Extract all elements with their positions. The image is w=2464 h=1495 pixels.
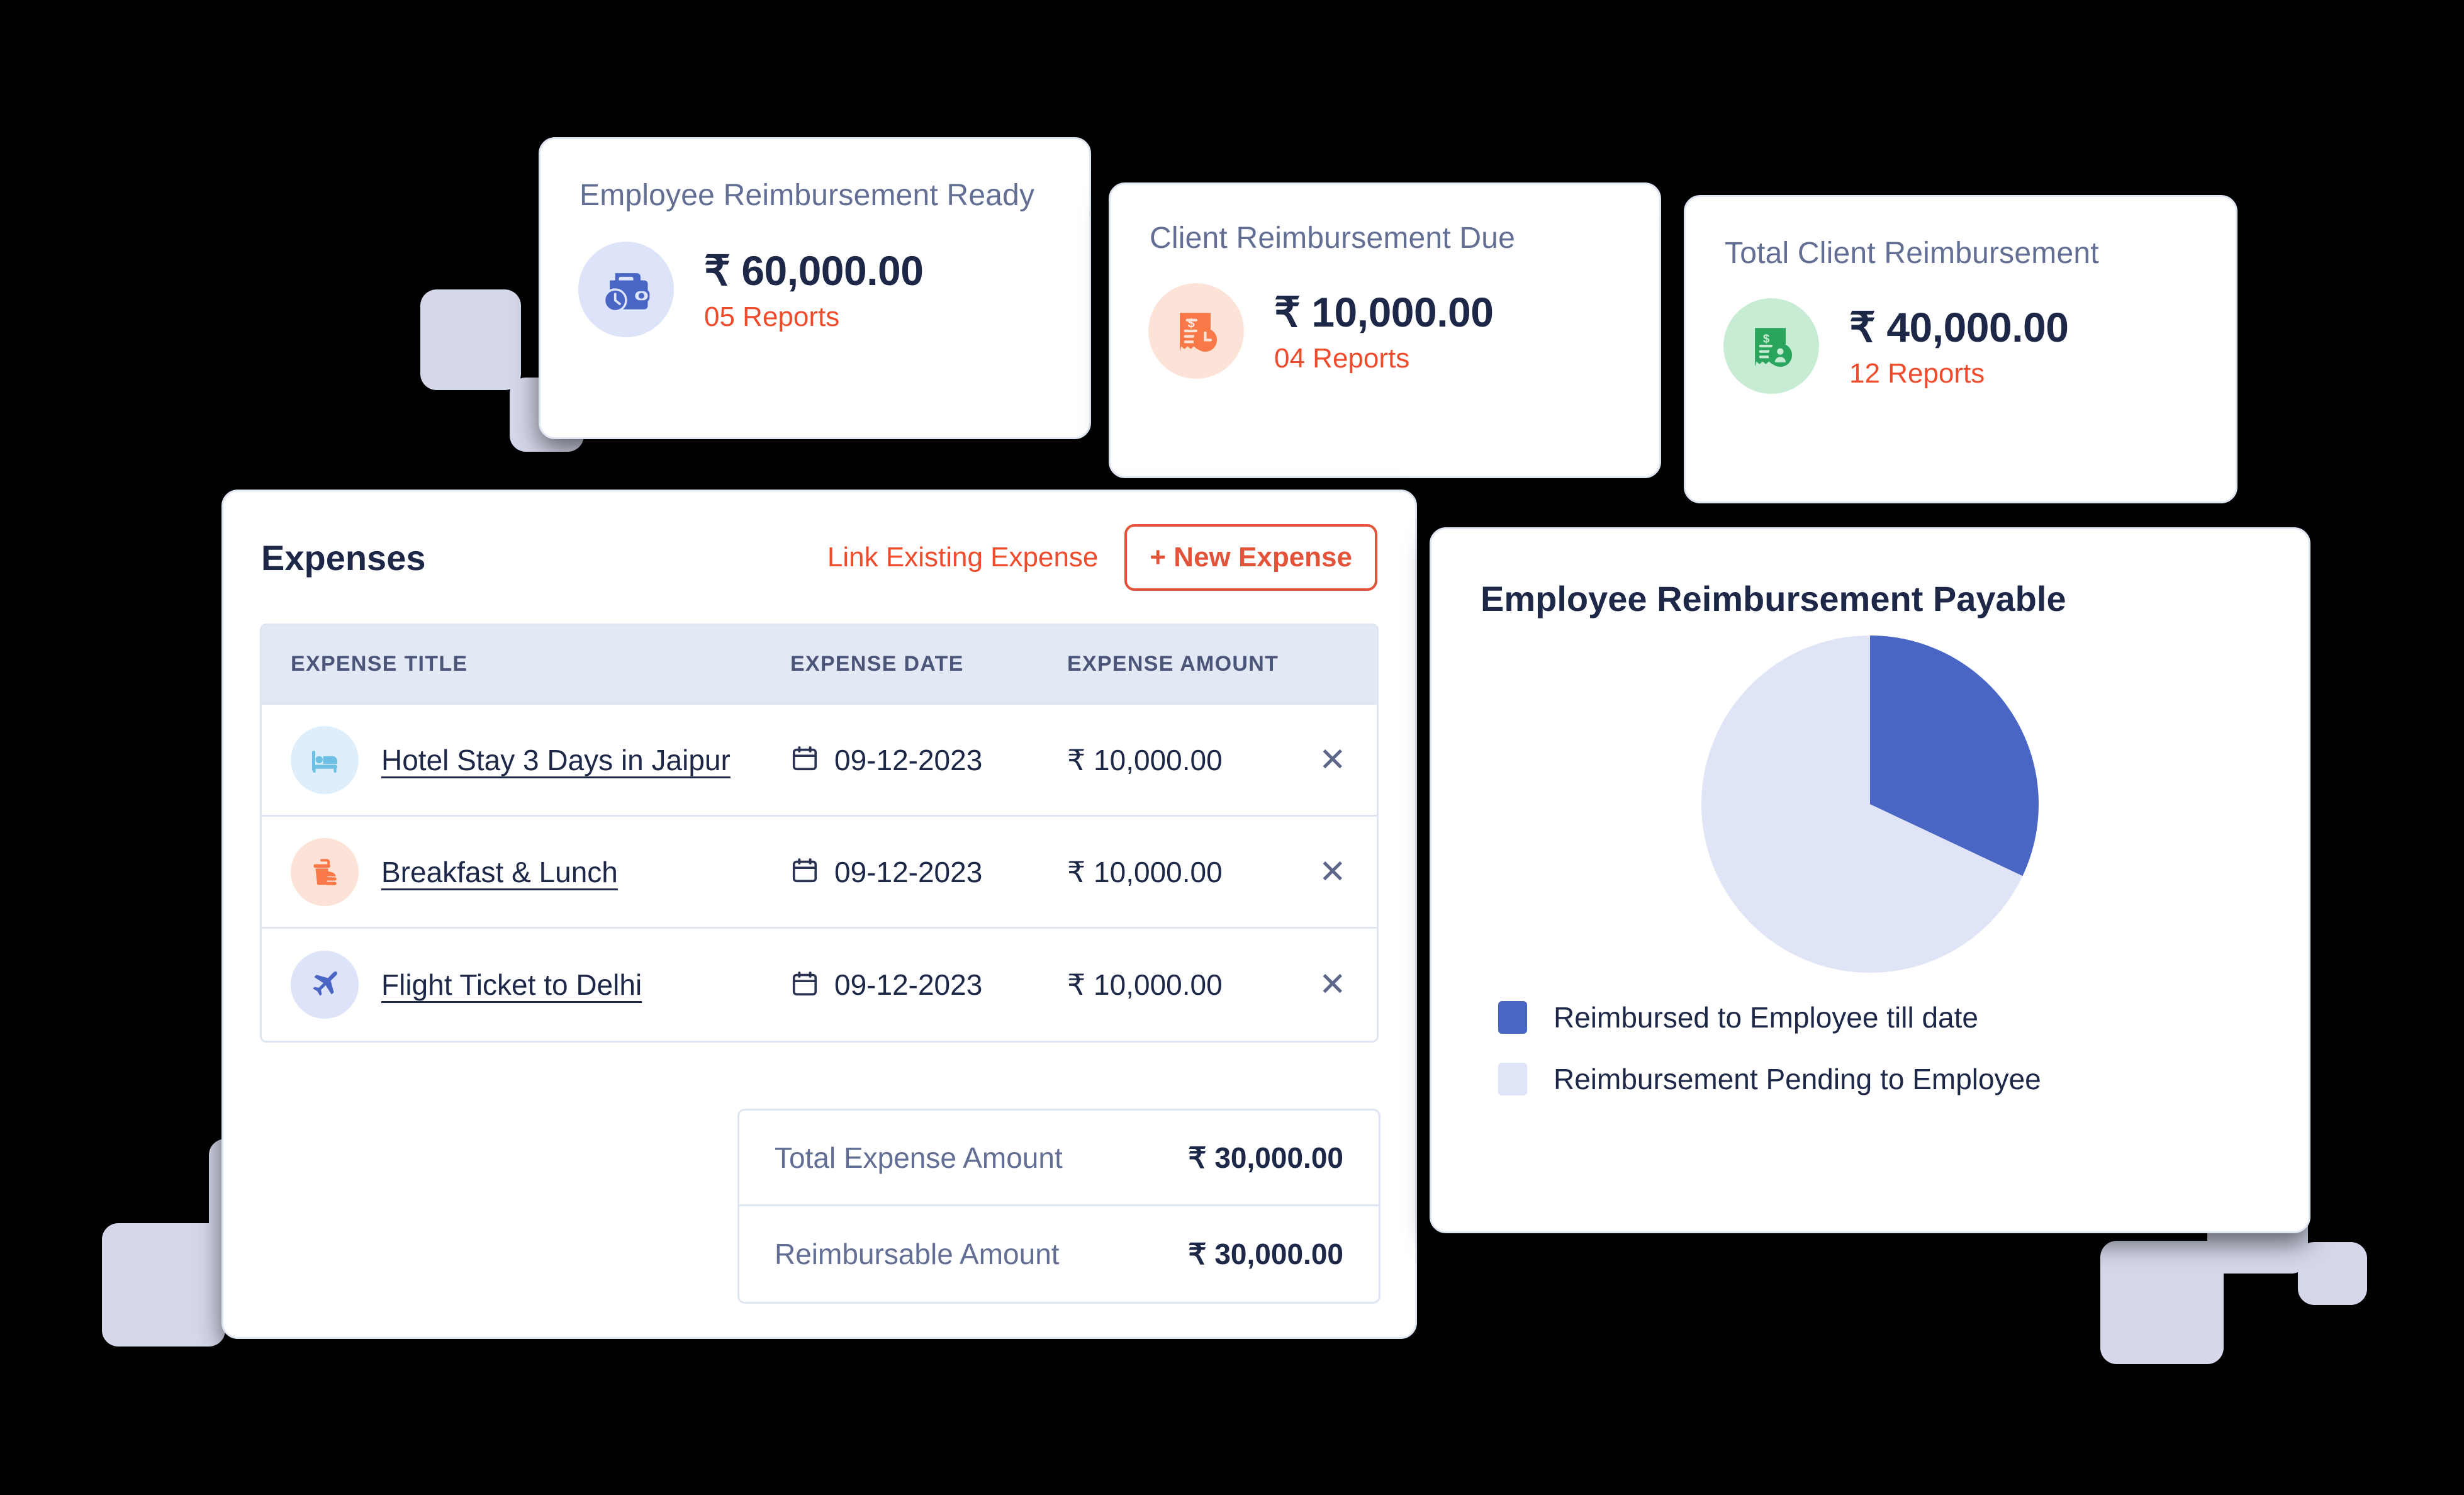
- new-expense-button[interactable]: + New Expense: [1124, 524, 1377, 591]
- expenses-table-header: EXPENSE TITLE EXPENSE DATE EXPENSE AMOUN…: [262, 625, 1377, 705]
- reimbursable-amount-row: Reimbursable Amount ₹ 30,000.00: [739, 1206, 1379, 1302]
- table-row[interactable]: Hotel Stay 3 Days in Jaipur 09-12-2023 ₹…: [262, 705, 1377, 817]
- remove-expense-icon[interactable]: ✕: [1319, 856, 1347, 888]
- expenses-table: EXPENSE TITLE EXPENSE DATE EXPENSE AMOUN…: [260, 624, 1379, 1043]
- total-expense-amount-value: ₹ 30,000.00: [1188, 1141, 1343, 1174]
- employee-reimbursement-payable-panel: Employee Reimbursement Payable Reimburse…: [1430, 527, 2310, 1233]
- pie-chart-title: Employee Reimbursement Payable: [1481, 579, 2066, 619]
- decor-block-top-left-large: [420, 289, 521, 390]
- kpi-card-amount: ₹ 60,000.00: [704, 247, 924, 294]
- legend-swatch-reimbursed: [1498, 1001, 1527, 1034]
- calendar-icon: [790, 856, 819, 888]
- wallet-clock-icon: [578, 242, 674, 337]
- expense-date-value: 09-12-2023: [834, 968, 983, 1001]
- screenshot-stage: Employee Reimbursement Ready ₹ 60,000.00…: [0, 0, 2464, 1495]
- kpi-card-title: Client Reimbursement Due: [1150, 221, 1516, 255]
- link-existing-expense-link[interactable]: Link Existing Expense: [827, 542, 1098, 573]
- legend-item-pending: Reimbursement Pending to Employee: [1498, 1062, 2309, 1096]
- expense-date-value: 09-12-2023: [834, 743, 983, 776]
- calendar-icon: [790, 969, 819, 1001]
- airplane-icon: [291, 951, 359, 1019]
- legend-swatch-pending: [1498, 1063, 1527, 1095]
- kpi-card-reports-count: 12 Reports: [1849, 357, 1985, 389]
- column-header-expense-amount: EXPENSE AMOUNT: [1067, 652, 1279, 676]
- kpi-card-total-client-reimbursement[interactable]: Total Client Reimbursement $ ₹ 40,000.00…: [1684, 195, 2237, 503]
- food-drink-icon: [291, 837, 359, 906]
- decor-block-bottom-right-large: [2100, 1241, 2224, 1364]
- expense-title-link[interactable]: Breakfast & Lunch: [381, 855, 618, 889]
- kpi-card-title: Employee Reimbursement Ready: [580, 179, 1035, 212]
- column-header-expense-date: EXPENSE DATE: [790, 652, 964, 676]
- kpi-card-reports-count: 05 Reports: [704, 301, 840, 332]
- bed-icon: [291, 725, 359, 794]
- expense-date-value: 09-12-2023: [834, 855, 983, 888]
- reimbursable-amount-value: ₹ 30,000.00: [1188, 1238, 1343, 1270]
- expense-amount-value: ₹ 10,000.00: [1067, 968, 1223, 1001]
- total-expense-amount-label: Total Expense Amount: [775, 1141, 1063, 1174]
- remove-expense-icon[interactable]: ✕: [1319, 968, 1347, 1001]
- expense-title-link[interactable]: Hotel Stay 3 Days in Jaipur: [381, 743, 731, 777]
- page-title: Expenses: [261, 537, 426, 578]
- kpi-card-title: Total Client Reimbursement: [1725, 237, 2099, 270]
- svg-text:$: $: [1763, 332, 1770, 345]
- pie-chart-legend: Reimbursed to Employee till date Reimbur…: [1498, 1000, 2309, 1096]
- kpi-card-amount: ₹ 40,000.00: [1849, 303, 2069, 350]
- kpi-card-employee-reimbursement-ready[interactable]: Employee Reimbursement Ready ₹ 60,000.00…: [539, 137, 1091, 439]
- decor-block-bottom-right-small: [2298, 1242, 2367, 1305]
- table-row[interactable]: Flight Ticket to Delhi 09-12-2023 ₹ 10,0…: [262, 929, 1377, 1041]
- expense-totals-box: Total Expense Amount ₹ 30,000.00 Reimbur…: [737, 1109, 1380, 1304]
- decor-block-bottom-left-large: [102, 1223, 225, 1347]
- receipt-person-icon: $: [1723, 298, 1819, 394]
- kpi-card-reports-count: 04 Reports: [1274, 342, 1410, 374]
- remove-expense-icon[interactable]: ✕: [1319, 744, 1347, 776]
- svg-text:$: $: [1188, 316, 1195, 330]
- kpi-card-amount: ₹ 10,000.00: [1274, 288, 1494, 335]
- expense-title-link[interactable]: Flight Ticket to Delhi: [381, 968, 642, 1002]
- total-expense-amount-row: Total Expense Amount ₹ 30,000.00: [739, 1111, 1379, 1206]
- reimbursable-amount-label: Reimbursable Amount: [775, 1238, 1060, 1270]
- column-header-expense-title: EXPENSE TITLE: [291, 652, 468, 676]
- table-row[interactable]: Breakfast & Lunch 09-12-2023 ₹ 10,000.00…: [262, 817, 1377, 929]
- receipt-clock-icon: $: [1148, 283, 1244, 379]
- legend-label-reimbursed: Reimbursed to Employee till date: [1554, 1001, 1978, 1034]
- expenses-header: Expenses Link Existing Expense + New Exp…: [223, 491, 1415, 624]
- pie-chart: [1431, 636, 2309, 973]
- legend-label-pending: Reimbursement Pending to Employee: [1554, 1063, 2041, 1095]
- expense-amount-value: ₹ 10,000.00: [1067, 743, 1223, 776]
- legend-item-reimbursed: Reimbursed to Employee till date: [1498, 1000, 2309, 1034]
- calendar-icon: [790, 744, 819, 776]
- kpi-card-client-reimbursement-due[interactable]: Client Reimbursement Due $ ₹ 10,000.00 0…: [1109, 182, 1661, 478]
- expense-amount-value: ₹ 10,000.00: [1067, 855, 1223, 888]
